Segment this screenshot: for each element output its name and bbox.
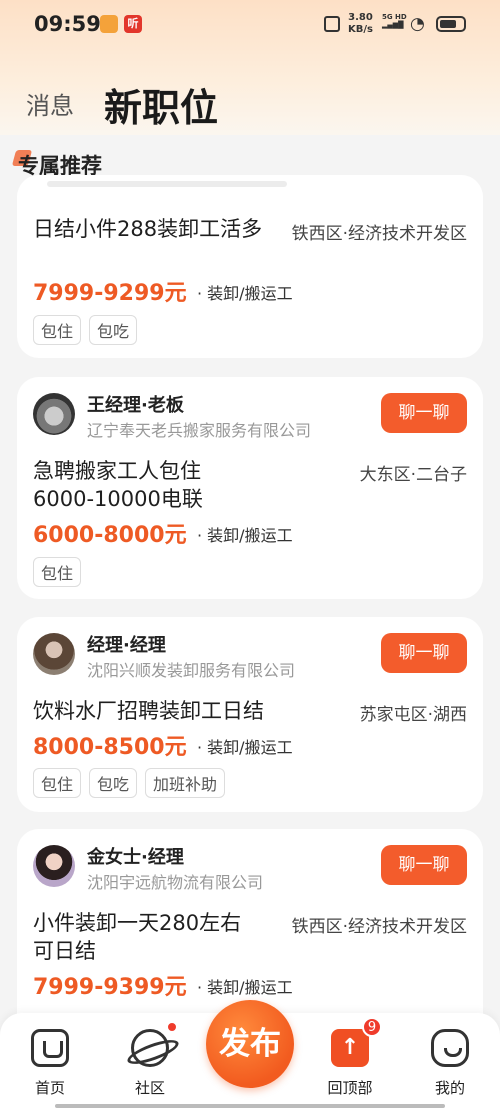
nav-home[interactable]: 首页 — [10, 1013, 90, 1111]
job-card[interactable]: 经理·经理 沈阳兴顺发装卸服务有限公司 聊一聊 饮料水厂招聘装卸工日结 苏家屯区… — [17, 617, 483, 812]
speed-value: 3.80 — [348, 12, 373, 23]
chat-button[interactable]: 聊一聊 — [381, 393, 467, 433]
tab-new-jobs[interactable]: 新职位 — [104, 77, 218, 132]
job-title: 饮料水厂招聘装卸工日结 — [33, 699, 264, 723]
status-bar: 09:59 听 3.80 KB/s 5G HD ▂▄▆█ ◔ — [0, 0, 500, 48]
chat-button[interactable]: 聊一聊 — [381, 633, 467, 673]
avatar — [33, 393, 75, 435]
recruiter-name: 王经理·老板 — [87, 395, 184, 416]
job-category: · 装卸/搬运工 — [197, 284, 293, 303]
job-location: 大东区·二台子 — [359, 465, 467, 485]
battery-icon — [436, 16, 466, 32]
signal-icon: 5G HD ▂▄▆█ — [382, 13, 407, 29]
job-title-line: 6000-10000电联 — [33, 487, 203, 511]
job-salary: 7999-9399元 — [33, 975, 187, 1000]
job-title: 小件装卸一天280左右 可日结 — [33, 909, 241, 965]
vibrate-icon — [324, 16, 340, 32]
job-title: 急聘搬家工人包住 6000-10000电联 — [33, 457, 203, 513]
publish-button[interactable]: 发布 — [206, 1000, 294, 1088]
nav-back-top[interactable]: ↑ 9 回顶部 — [310, 1013, 390, 1111]
job-salary: 6000-8000元 — [33, 523, 187, 548]
company-name: 辽宁奉天老兵搬家服务有限公司 — [87, 421, 312, 440]
home-indicator — [55, 1104, 445, 1108]
notification-app-icon: 听 — [124, 15, 142, 33]
network-speed: 3.80 KB/s — [348, 12, 373, 36]
job-category: · 装卸/搬运工 — [197, 738, 293, 757]
top-tabs: 消息 新职位 — [0, 72, 500, 132]
planet-icon — [131, 1029, 169, 1067]
recruiter-name: 金女士·经理 — [87, 847, 184, 868]
tab-messages[interactable]: 消息 — [26, 86, 74, 121]
chat-button[interactable]: 聊一聊 — [381, 845, 467, 885]
job-tag: 加班补助 — [145, 768, 226, 798]
company-name: 沈阳兴顺发装卸服务有限公司 — [87, 661, 296, 680]
nav-me[interactable]: 我的 — [410, 1013, 490, 1111]
job-salary: 7999-9299元 — [33, 281, 187, 306]
job-category: · 装卸/搬运工 — [197, 526, 293, 545]
nav-community[interactable]: 社区 — [110, 1013, 190, 1111]
speed-unit: KB/s — [348, 24, 373, 35]
job-tag: 包吃 — [89, 768, 138, 798]
job-tag: 包住 — [33, 315, 82, 345]
job-title: 日结小件288装卸工活多 — [33, 217, 263, 241]
home-icon — [31, 1029, 69, 1067]
job-category: · 装卸/搬运工 — [197, 978, 293, 997]
job-tag: 包吃 — [89, 315, 138, 345]
avatar — [33, 633, 75, 675]
arrow-up-icon: ↑ — [331, 1029, 369, 1067]
notification-app-icon — [100, 15, 118, 33]
nav-home-label: 首页 — [34, 1079, 65, 1097]
job-tag: 包住 — [33, 557, 82, 587]
avatar — [33, 845, 75, 887]
scrolled-recruiter-info — [47, 181, 287, 187]
job-title-line: 急聘搬家工人包住 — [33, 459, 201, 483]
status-time: 09:59 — [34, 12, 101, 36]
recruiter-name: 经理·经理 — [87, 635, 166, 656]
badge-count: 9 — [362, 1017, 382, 1037]
nav-community-label: 社区 — [134, 1079, 165, 1097]
job-title-line: 可日结 — [33, 939, 96, 963]
network-type: 5G HD — [382, 13, 407, 21]
notification-dot — [166, 1021, 178, 1033]
wifi-icon: ◔ — [410, 14, 425, 34]
job-card[interactable]: 王经理·老板 辽宁奉天老兵搬家服务有限公司 聊一聊 急聘搬家工人包住 6000-… — [17, 377, 483, 599]
job-location: 铁西区·经济技术开发区 — [291, 224, 467, 244]
face-icon — [431, 1029, 469, 1067]
company-name: 沈阳宇远航物流有限公司 — [87, 873, 264, 892]
job-location: 铁西区·经济技术开发区 — [291, 917, 467, 937]
job-card[interactable]: 日结小件288装卸工活多 铁西区·经济技术开发区 7999-9299元 · 装卸… — [17, 175, 483, 358]
nav-back-top-label: 回顶部 — [327, 1079, 373, 1097]
job-salary: 8000-8500元 — [33, 735, 187, 760]
job-title-line: 小件装卸一天280左右 — [33, 911, 242, 935]
nav-me-label: 我的 — [434, 1079, 465, 1097]
job-tag: 包住 — [33, 768, 82, 798]
job-location: 苏家屯区·湖西 — [359, 705, 467, 725]
